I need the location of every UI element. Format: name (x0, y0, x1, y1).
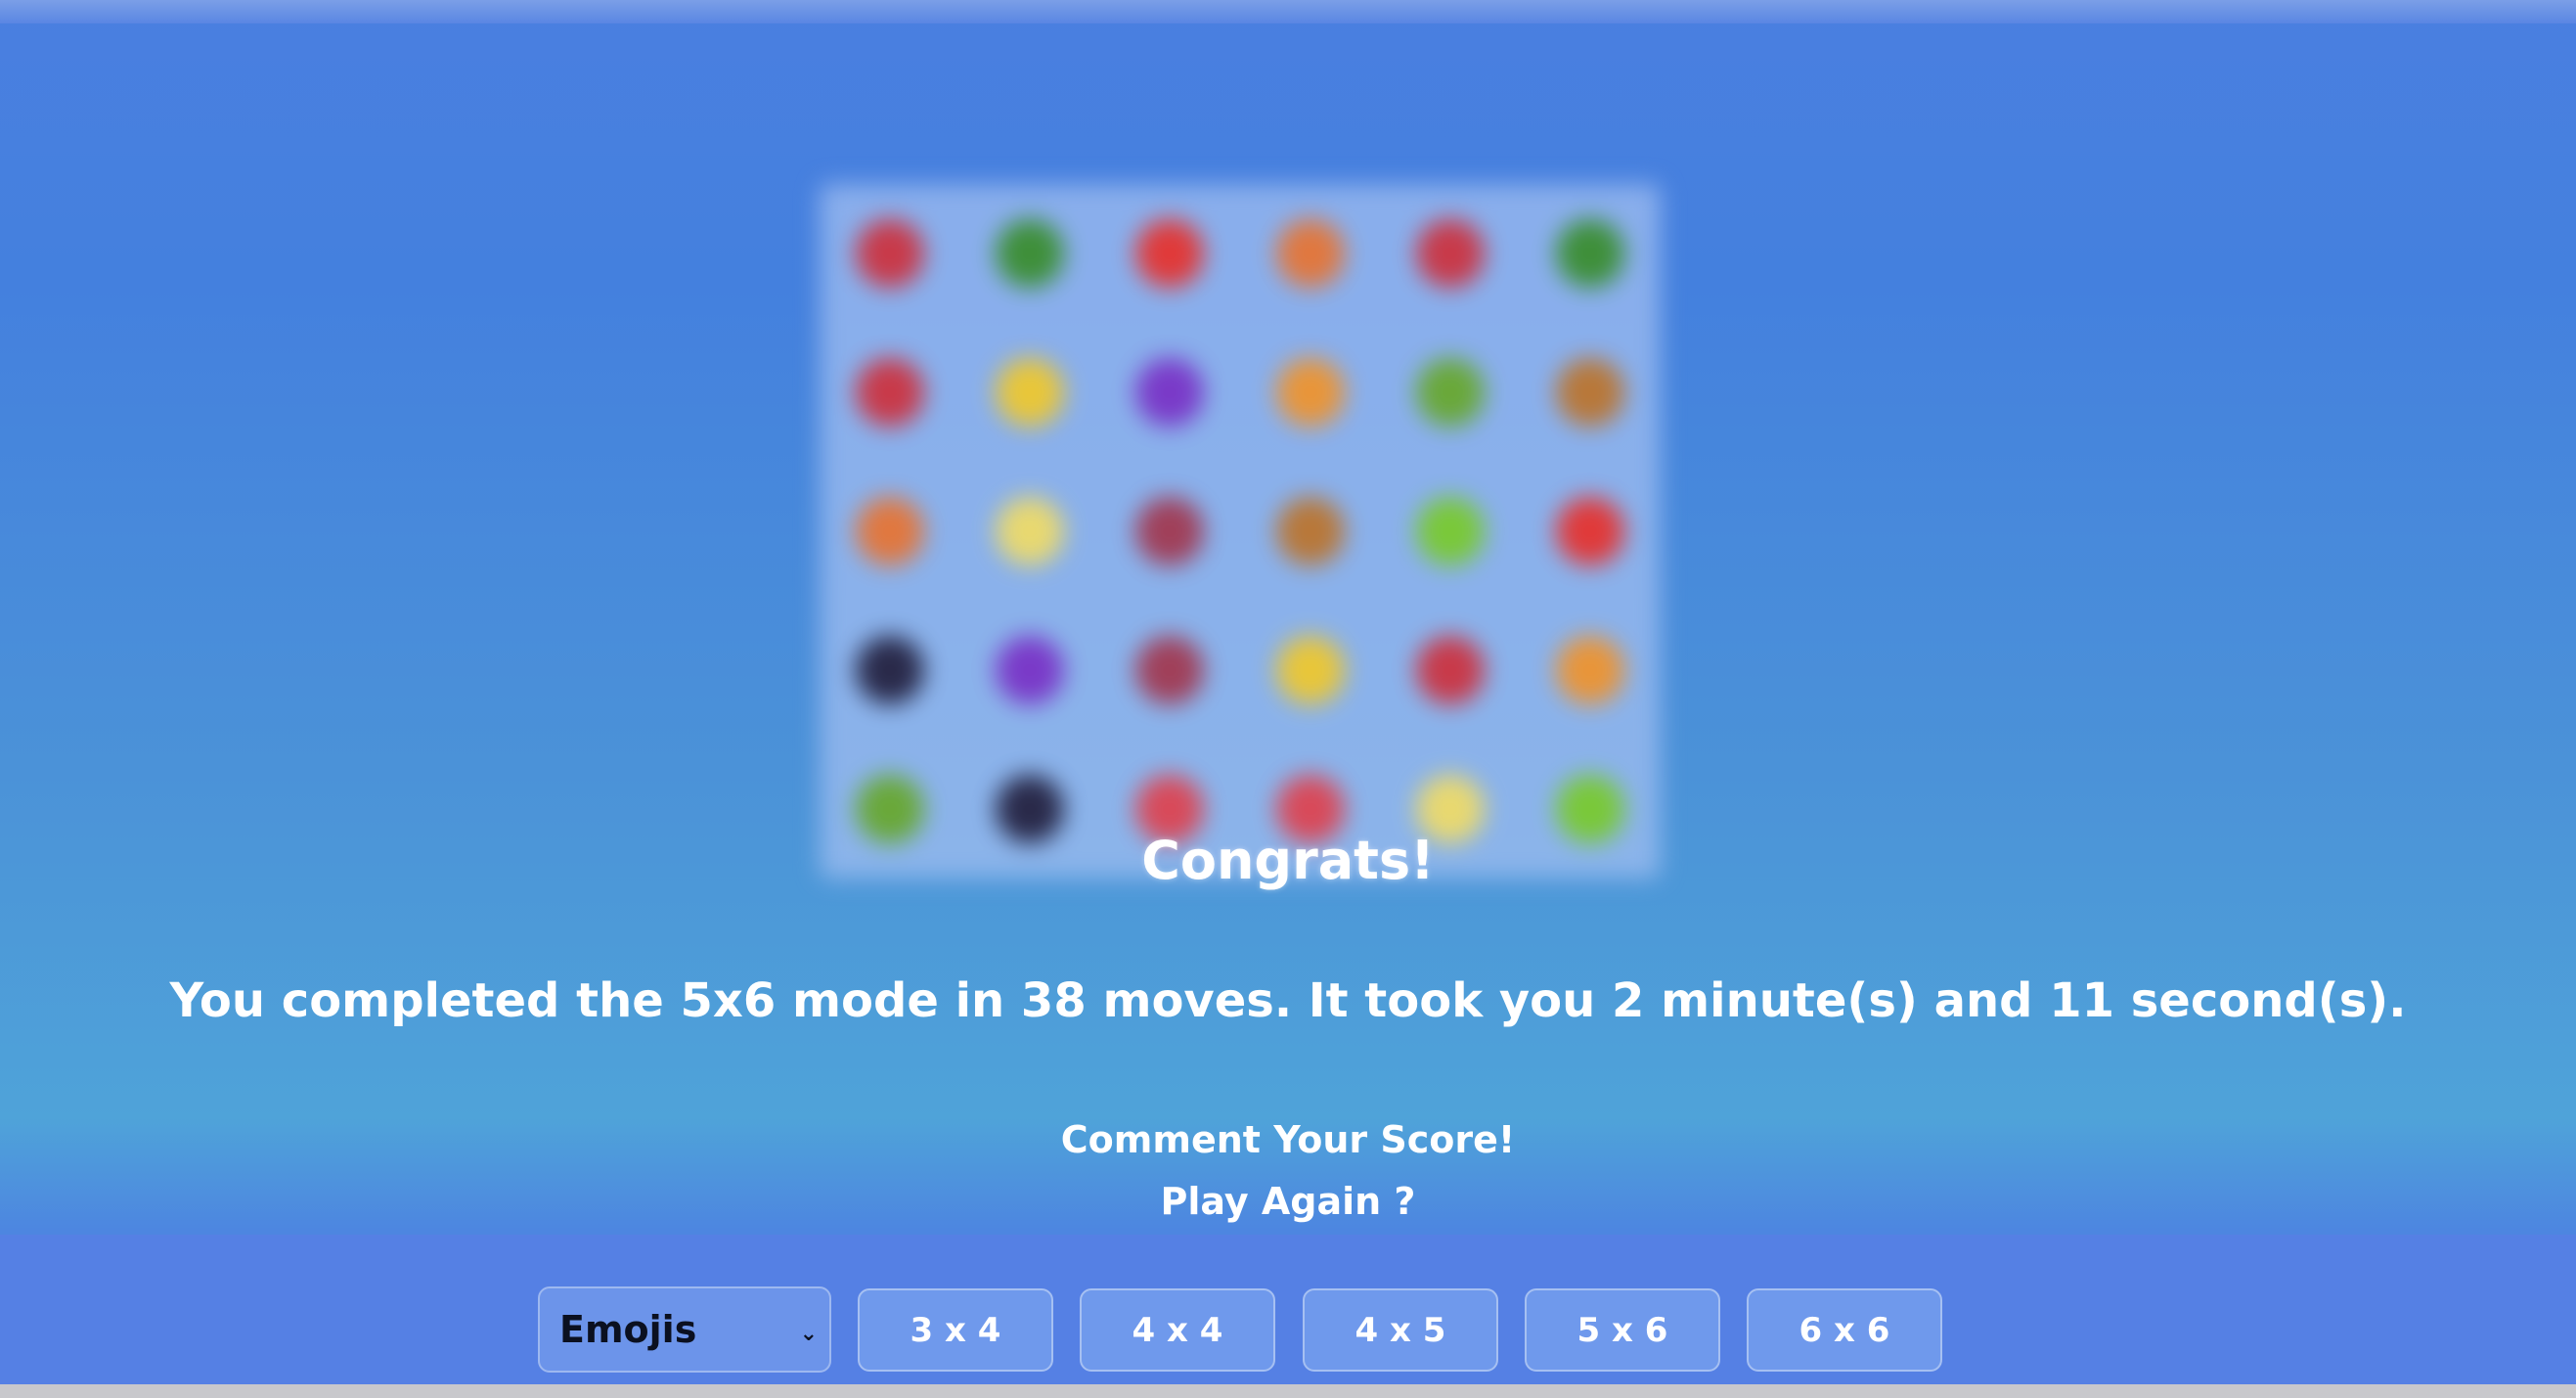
board-tile (959, 462, 1099, 601)
game-screen: Congrats! You completed the 5x6 mode in … (0, 0, 2576, 1398)
play-again-link[interactable]: Play Again ? (0, 1180, 2576, 1223)
fruit-emoji-icon (1556, 358, 1625, 427)
fruit-emoji-icon (1135, 219, 1205, 288)
congrats-title: Congrats! (1141, 830, 1435, 891)
board-tile (1240, 462, 1380, 601)
fruit-emoji-icon (1135, 497, 1205, 565)
fruit-emoji-icon (1415, 636, 1485, 704)
fruit-emoji-icon (1275, 497, 1345, 565)
board-tile (1100, 323, 1240, 462)
board-tile (1240, 601, 1380, 740)
board-tile (1380, 323, 1520, 462)
board-tile (1521, 184, 1661, 323)
fruit-emoji-icon (855, 358, 924, 427)
fruit-emoji-icon (855, 219, 924, 288)
fruit-emoji-icon (855, 497, 924, 565)
board-tile (959, 323, 1099, 462)
fruit-emoji-icon (855, 636, 924, 704)
board-tile (1380, 462, 1520, 601)
fruit-emoji-icon (1415, 497, 1485, 565)
fruit-emoji-icon (1556, 636, 1625, 704)
theme-select[interactable]: Emojis ⌄ (538, 1286, 831, 1373)
board-tile (1100, 601, 1240, 740)
grid-size-button-4x4[interactable]: 4 x 4 (1080, 1288, 1275, 1372)
board-tile (1100, 184, 1240, 323)
grid-size-button-6x6[interactable]: 6 x 6 (1747, 1288, 1942, 1372)
fruit-emoji-icon (1556, 497, 1625, 565)
board-tile (820, 184, 959, 323)
fruit-emoji-icon (995, 497, 1064, 565)
bottom-edge (0, 1384, 2576, 1398)
board-tile (1240, 184, 1380, 323)
grid-size-button-5x6[interactable]: 5 x 6 (1525, 1288, 1720, 1372)
board-tile (820, 601, 959, 740)
board-tile (820, 323, 959, 462)
board-tile (1100, 462, 1240, 601)
board-tile (1521, 601, 1661, 740)
grid-size-button-3x4[interactable]: 3 x 4 (858, 1288, 1053, 1372)
fruit-emoji-icon (1415, 219, 1485, 288)
fruit-emoji-icon (1415, 358, 1485, 427)
grid-size-button-4x5[interactable]: 4 x 5 (1303, 1288, 1498, 1372)
board-tile (820, 462, 959, 601)
board-tile (1240, 323, 1380, 462)
fruit-emoji-icon (1556, 219, 1625, 288)
fruit-emoji-icon (995, 219, 1064, 288)
controls-bar (0, 1235, 2576, 1386)
board-tile (959, 601, 1099, 740)
fruit-emoji-icon (1275, 636, 1345, 704)
board-tile (1380, 601, 1520, 740)
fruit-emoji-icon (1135, 358, 1205, 427)
board-tile (1521, 462, 1661, 601)
fruit-emoji-icon (995, 636, 1064, 704)
completion-message: You completed the 5x6 mode in 38 moves. … (169, 973, 2407, 1028)
comment-score-link[interactable]: Comment Your Score! (0, 1118, 2576, 1161)
fruit-emoji-icon (1135, 636, 1205, 704)
game-board-blurred (820, 184, 1661, 879)
theme-select-value: Emojis (559, 1308, 697, 1351)
fruit-emoji-icon (1275, 358, 1345, 427)
board-tile (959, 184, 1099, 323)
fruit-emoji-icon (995, 358, 1064, 427)
fruit-emoji-icon (1275, 219, 1345, 288)
board-tile (1521, 323, 1661, 462)
browser-top-strip (0, 0, 2576, 23)
chevron-down-icon: ⌄ (799, 1322, 818, 1346)
board-tile (1380, 184, 1520, 323)
